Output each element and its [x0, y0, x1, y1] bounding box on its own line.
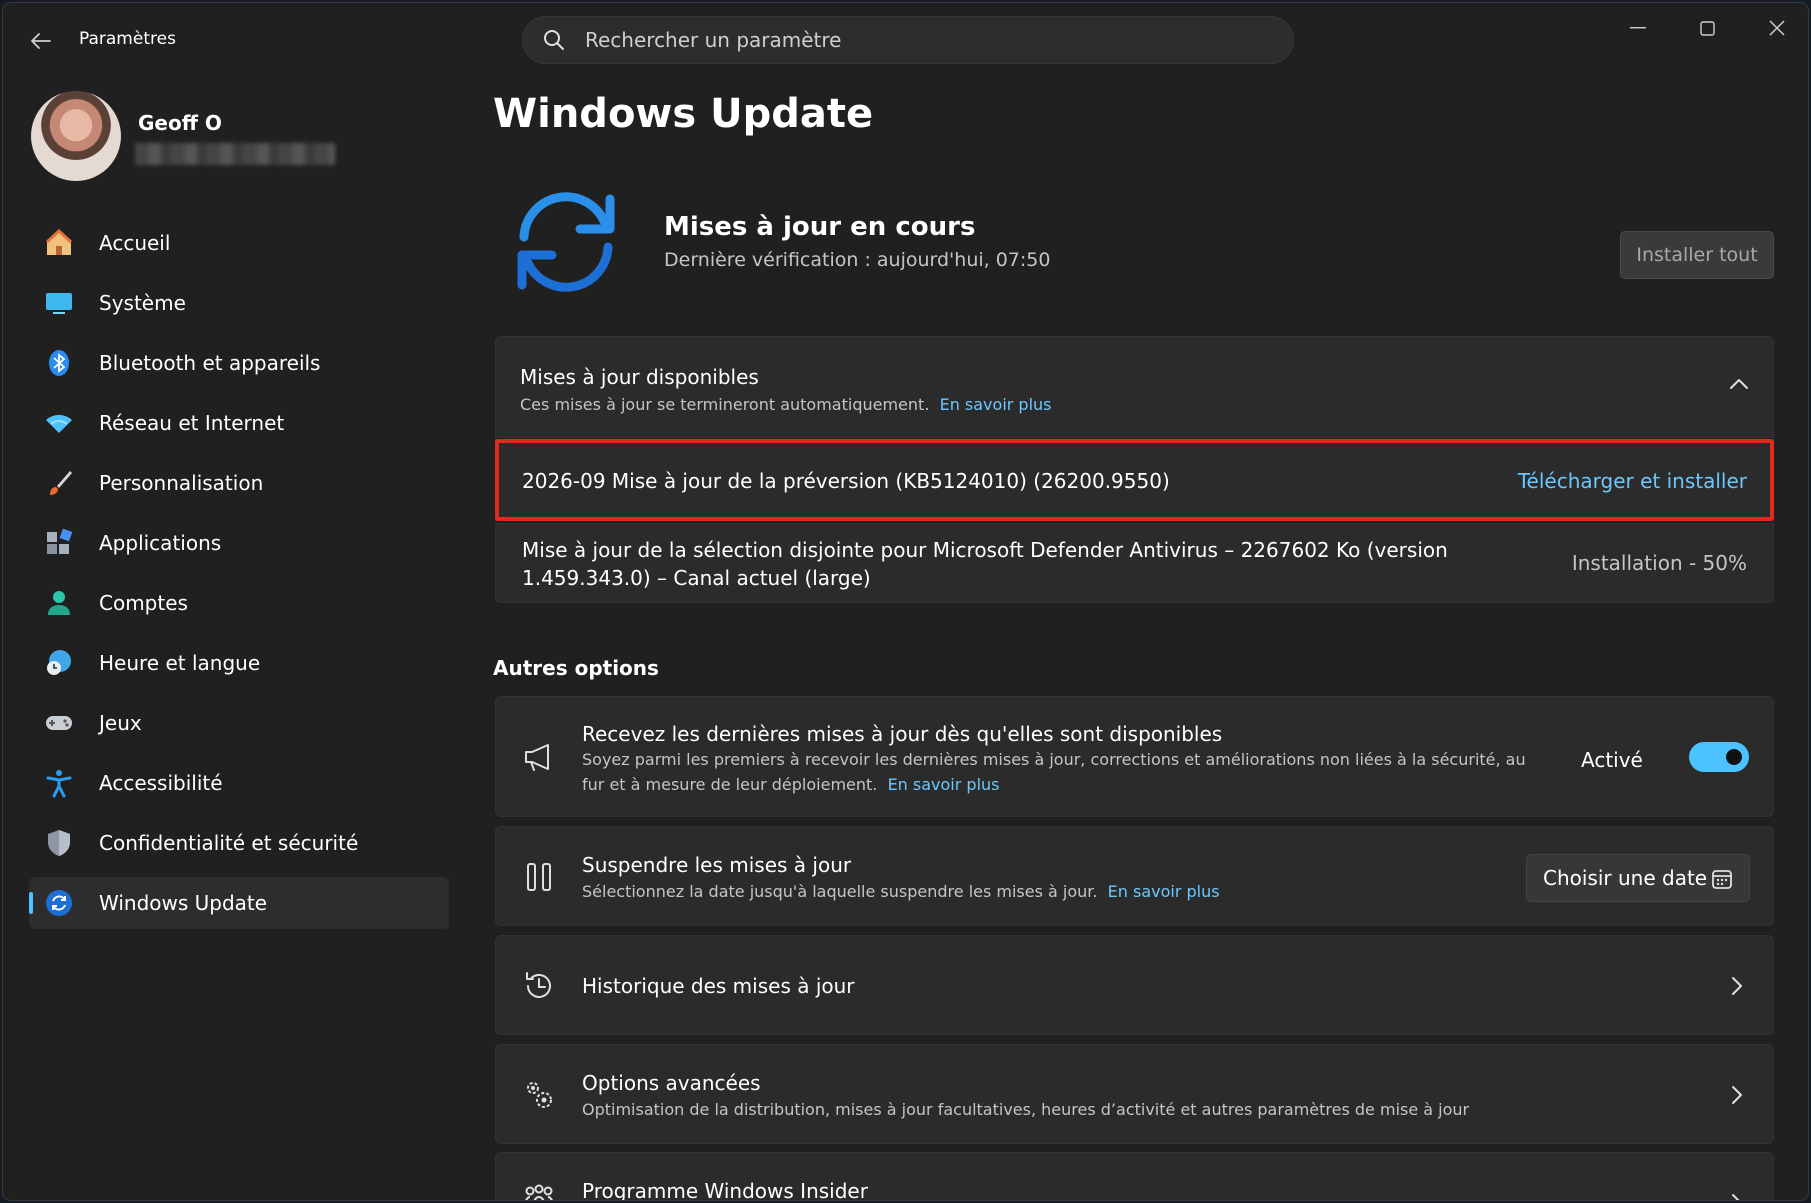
- back-button[interactable]: [25, 27, 57, 55]
- section-title-other-options: Autres options: [493, 656, 659, 680]
- option-title: Historique des mises à jour: [582, 974, 855, 998]
- calendar-icon: [1712, 870, 1732, 889]
- available-updates-header[interactable]: Mises à jour disponibles Ces mises à jou…: [495, 336, 1774, 438]
- option-title: Programme Windows Insider: [582, 1179, 868, 1201]
- sidebar-item-applications[interactable]: Applications: [29, 517, 449, 569]
- choose-date-button[interactable]: Choisir une date: [1526, 854, 1750, 902]
- sidebar-item-confidentialite[interactable]: Confidentialité et sécurité: [29, 817, 449, 869]
- close-button[interactable]: [1747, 13, 1807, 43]
- sidebar-item-accessibilite[interactable]: Accessibilité: [29, 757, 449, 809]
- option-pause-updates: Suspendre les mises à jour Sélectionnez …: [495, 826, 1774, 926]
- learn-more-link[interactable]: En savoir plus: [940, 395, 1052, 414]
- chevron-up-icon[interactable]: [1729, 377, 1749, 391]
- learn-more-link[interactable]: En savoir plus: [1108, 882, 1220, 901]
- search-box[interactable]: Rechercher un paramètre: [522, 16, 1294, 64]
- brush-icon: [43, 467, 75, 499]
- option-title: Options avancées: [582, 1071, 761, 1095]
- available-updates-title: Mises à jour disponibles: [520, 365, 759, 389]
- sync-arrows-icon: [517, 192, 615, 292]
- learn-more-link[interactable]: En savoir plus: [888, 775, 1000, 794]
- update-row-preview: 2026-09 Mise à jour de la préversion (KB…: [495, 439, 1774, 521]
- sidebar-item-accueil[interactable]: Accueil: [29, 217, 449, 269]
- update-row-defender: Mise à jour de la sélection disjointe po…: [495, 523, 1774, 603]
- settings-window: Paramètres Rechercher un paramètre Geoff…: [2, 2, 1809, 1201]
- install-progress-status: Installation - 50%: [1571, 551, 1747, 575]
- latest-updates-toggle[interactable]: [1689, 742, 1749, 772]
- avatar[interactable]: [31, 91, 121, 181]
- page-title: Windows Update: [493, 91, 874, 137]
- people-icon: [525, 1184, 553, 1200]
- available-updates-subtitle: Ces mises à jour se termineront automati…: [520, 395, 1052, 414]
- chevron-right-icon: [1732, 1194, 1740, 1200]
- pause-icon: [527, 863, 551, 891]
- option-title: Recevez les dernières mises à jour dès q…: [582, 722, 1223, 746]
- download-install-link[interactable]: Télécharger et installer: [1518, 469, 1747, 493]
- option-subtitle: Soyez parmi les premiers à recevoir les …: [582, 750, 1526, 794]
- gears-icon: [527, 1082, 552, 1108]
- title-bar: Paramètres Rechercher un paramètre: [3, 3, 1808, 77]
- maximize-icon: [1699, 20, 1715, 36]
- search-icon: [544, 30, 564, 50]
- maximize-button[interactable]: [1677, 13, 1737, 43]
- minimize-icon: [1630, 27, 1646, 29]
- gamepad-icon: [43, 707, 75, 739]
- home-icon: [43, 227, 75, 259]
- sidebar-item-systeme[interactable]: Système: [29, 277, 449, 329]
- accessibility-icon: [43, 767, 75, 799]
- sidebar-item-bluetooth[interactable]: Bluetooth et appareils: [29, 337, 449, 389]
- apps-icon: [43, 527, 75, 559]
- globe-clock-icon: [43, 647, 75, 679]
- sidebar-item-jeux[interactable]: Jeux: [29, 697, 449, 749]
- toggle-state-label: Activé: [1581, 748, 1643, 772]
- sidebar-item-windows-update[interactable]: Windows Update: [29, 877, 449, 929]
- option-update-history[interactable]: Historique des mises à jour: [495, 935, 1774, 1035]
- install-all-button[interactable]: Installer tout: [1620, 231, 1774, 279]
- user-name: Geoff O: [138, 111, 222, 135]
- sidebar-nav: Accueil Système Bluetooth et appareils R…: [29, 217, 449, 937]
- bluetooth-icon: [43, 347, 75, 379]
- sidebar-item-heure-langue[interactable]: Heure et langue: [29, 637, 449, 689]
- person-icon: [43, 587, 75, 619]
- close-icon: [1769, 20, 1785, 36]
- option-title: Suspendre les mises à jour: [582, 853, 852, 877]
- sidebar-item-comptes[interactable]: Comptes: [29, 577, 449, 629]
- sidebar-item-personnalisation[interactable]: Personnalisation: [29, 457, 449, 509]
- megaphone-icon: [525, 744, 549, 771]
- toggle-knob: [1726, 749, 1742, 765]
- app-title: Paramètres: [79, 29, 176, 49]
- minimize-button[interactable]: [1608, 13, 1668, 43]
- monitor-icon: [43, 287, 75, 319]
- wifi-icon: [43, 407, 75, 439]
- update-name: 2026-09 Mise à jour de la préversion (KB…: [522, 469, 1170, 493]
- update-icon: [43, 887, 75, 919]
- user-email-redacted: [135, 143, 335, 165]
- shield-icon: [43, 827, 75, 859]
- search-input[interactable]: Rechercher un paramètre: [585, 28, 841, 52]
- update-name: Mise à jour de la sélection disjointe po…: [522, 538, 1448, 590]
- option-latest-updates: Recevez les dernières mises à jour dès q…: [495, 696, 1774, 817]
- last-check-text: Dernière vérification : aujourd'hui, 07:…: [664, 249, 1051, 271]
- chevron-right-icon: [1732, 1086, 1742, 1104]
- history-icon: [526, 972, 551, 998]
- option-subtitle: Sélectionnez la date jusqu'à laquelle su…: [582, 882, 1220, 901]
- chevron-right-icon: [1732, 977, 1742, 995]
- sidebar-item-reseau[interactable]: Réseau et Internet: [29, 397, 449, 449]
- status-title: Mises à jour en cours: [664, 212, 976, 242]
- option-windows-insider[interactable]: Programme Windows Insider: [495, 1152, 1774, 1201]
- option-advanced[interactable]: Options avancées Optimisation de la dist…: [495, 1044, 1774, 1144]
- option-subtitle: Optimisation de la distribution, mises à…: [582, 1100, 1470, 1119]
- back-arrow-icon: [31, 33, 51, 49]
